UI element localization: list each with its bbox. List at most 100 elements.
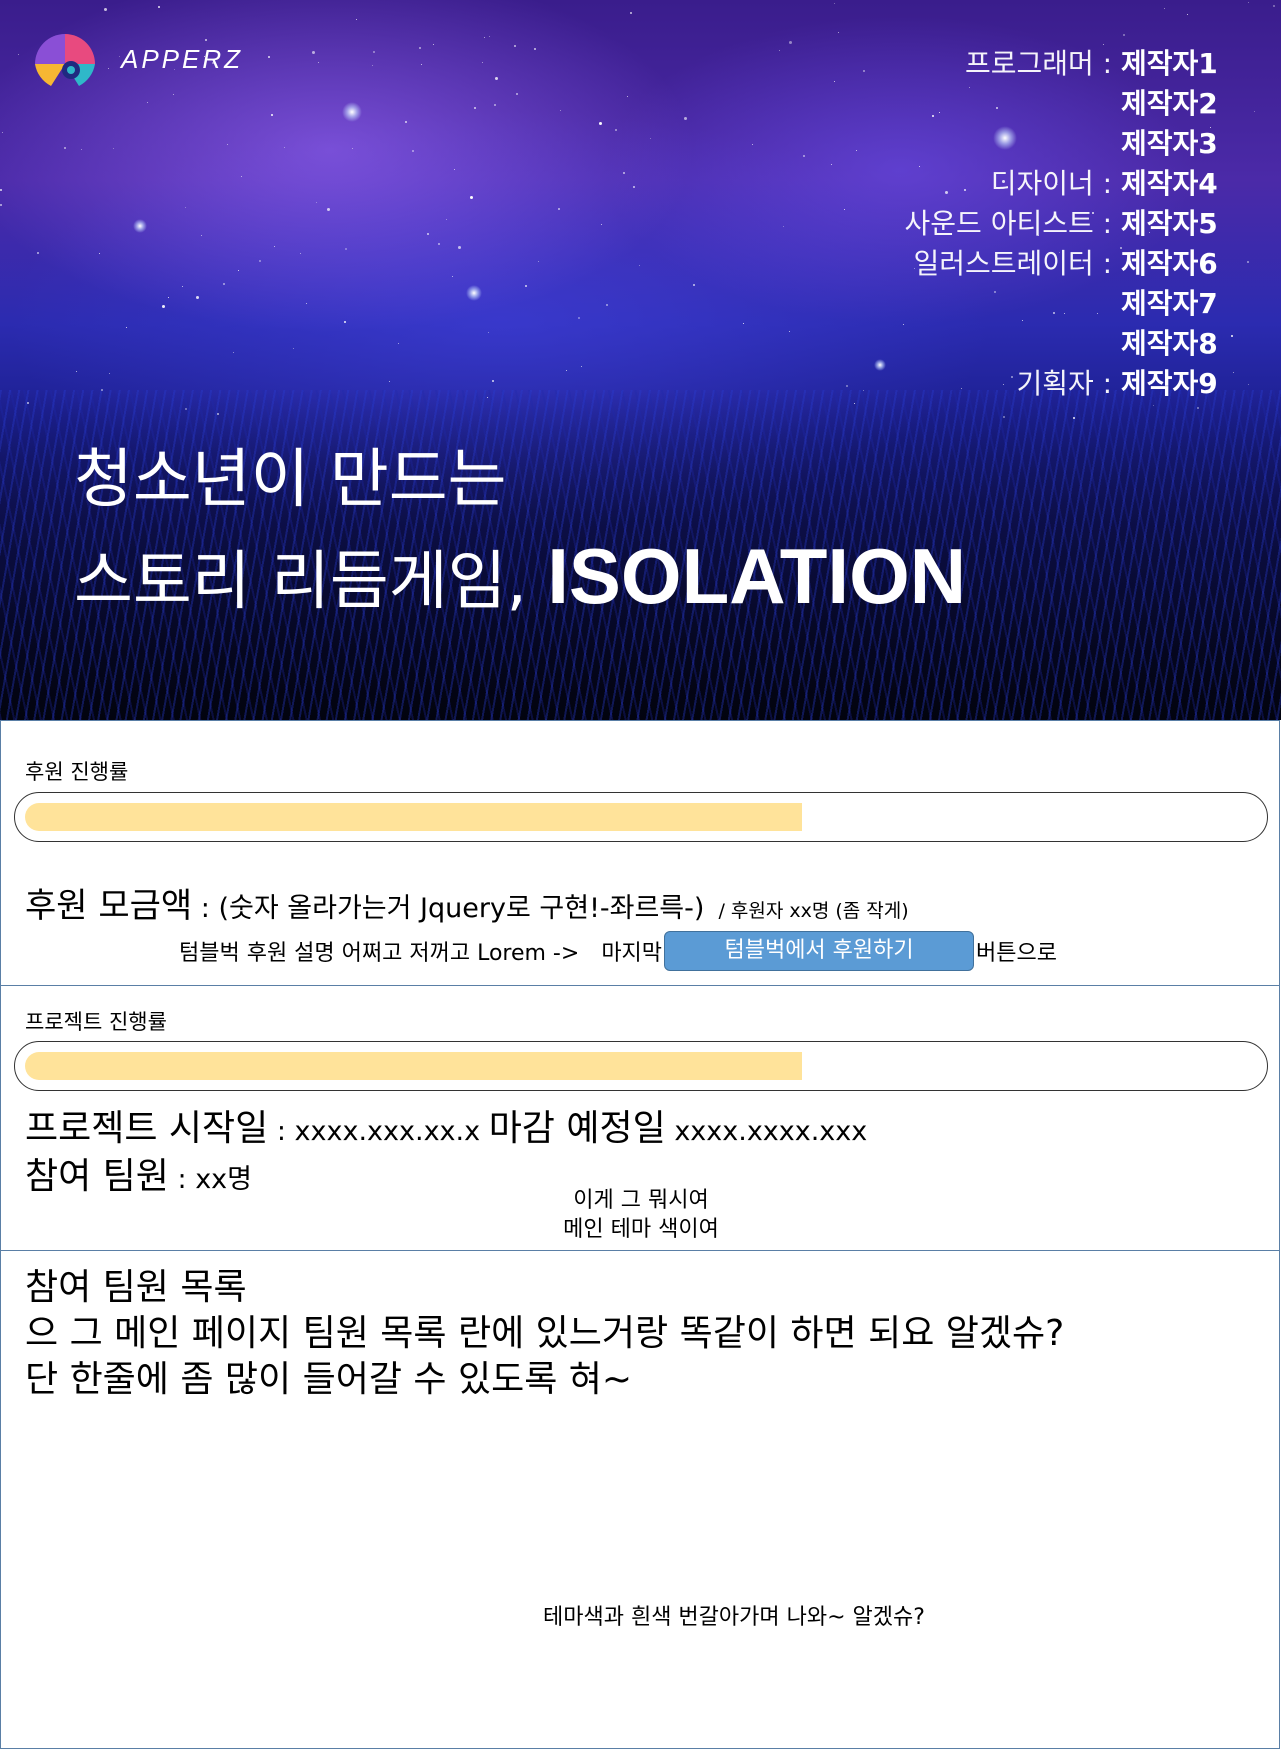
credit-row: 사운드 아티스트 : 제작자5 (629, 204, 1229, 244)
star (126, 327, 127, 328)
credit-name: 제작자2 (1121, 87, 1218, 120)
star (494, 104, 496, 106)
project-progress-label: 프로젝트 진행률 (25, 1010, 167, 1034)
star (1247, 261, 1249, 263)
team-count: 참여 팀원 : xx명 (25, 1147, 252, 1199)
star (27, 402, 29, 404)
bright-star (342, 102, 362, 122)
star (389, 381, 390, 382)
credit-name: 제작자4 (1121, 167, 1218, 200)
credit-role: 기획자 : (1016, 367, 1113, 400)
star (293, 348, 294, 349)
star (316, 202, 317, 203)
star (438, 243, 440, 245)
tumblbug-donate-button[interactable]: 텀블벅에서 후원하기 (664, 931, 975, 971)
star (1231, 335, 1233, 337)
star (1123, 34, 1125, 36)
star (405, 121, 407, 123)
star (18, 54, 19, 55)
star (514, 45, 516, 47)
donation-description: 텀블벅 후원 설명 어쩌고 저꺼고 Lorem -> 마지막 텀블벅에서 후원하… (179, 931, 1057, 971)
hero-title-line2: 스토리 리듬게임, ISOLATION (74, 528, 966, 630)
donation-amount-label: 후원 모금액 (25, 886, 193, 926)
star (458, 246, 461, 249)
star (1153, 405, 1154, 406)
star (516, 93, 518, 95)
credit-name: 제작자3 (1121, 127, 1218, 160)
star (1233, 372, 1234, 373)
donation-desc-text: 텀블벅 후원 설명 어쩌고 저꺼고 Lorem -> (179, 941, 580, 966)
star (398, 343, 399, 344)
hero-title-line1: 청소년이 만드는 (74, 443, 507, 517)
star (454, 169, 455, 170)
star (421, 64, 422, 65)
donation-progress-bar (14, 792, 1268, 842)
members-section: 참여 팀원 목록 으 그 메인 페이지 팀원 목록 란에 있느거랑 똑같이 하면… (0, 1250, 1280, 1749)
star (268, 56, 270, 58)
star (1273, 5, 1275, 7)
star (217, 413, 219, 415)
credit-row: 프로그래머 : 제작자1 (629, 44, 1229, 84)
star (352, 148, 353, 149)
star (0, 204, 2, 206)
star (101, 389, 103, 391)
start-date-label: 프로젝트 시작일 (25, 1108, 269, 1149)
star (452, 276, 453, 277)
star (223, 283, 225, 285)
credit-role: 사운드 아티스트 : (904, 207, 1113, 240)
star (1164, 8, 1165, 9)
game-title: ISOLATION (547, 532, 967, 620)
star (344, 321, 346, 323)
credit-row: 기획자 : 제작자9 (629, 364, 1229, 404)
theme-color-note: 이게 그 뭐시여 메인 테마 색이여 (451, 1186, 831, 1244)
members-title: 참여 팀원 목록 (25, 1267, 247, 1308)
star (470, 196, 473, 199)
credit-row: 제작자2 (629, 84, 1229, 124)
credit-name: 제작자6 (1121, 247, 1218, 280)
star (81, 149, 82, 150)
star (318, 62, 319, 63)
star (76, 371, 77, 372)
star (581, 366, 582, 367)
star (1254, 111, 1255, 112)
credit-name: 제작자7 (1121, 287, 1218, 320)
credit-role: 일러스트레이터 : (913, 247, 1113, 280)
project-dates: 프로젝트 시작일 : xxxx.xxx.xx.x 마감 예정일 xxxx.xxx… (25, 1099, 867, 1151)
donation-amount-line: 후원 모금액 : (숫자 올라가는거 Jquery로 구현!-좌르륵-) / 후원… (25, 878, 909, 927)
credit-row: 제작자3 (629, 124, 1229, 164)
donation-progress-label: 후원 진행률 (25, 760, 129, 784)
star (566, 370, 567, 371)
star (2, 132, 3, 133)
star (119, 56, 120, 57)
hero-banner: APPERZ 프로그래머 : 제작자1 제작자2 제작자3 디자이너 : 제작자… (0, 0, 1281, 720)
star (488, 332, 489, 333)
star (601, 224, 602, 225)
star (615, 129, 617, 131)
star (162, 305, 165, 308)
star (64, 147, 66, 149)
star (345, 248, 347, 250)
star (109, 373, 110, 374)
star (356, 19, 357, 20)
end-date-value: xxxx.xxxx.xxx (665, 1116, 868, 1147)
star (433, 44, 434, 45)
star (271, 114, 273, 116)
star (113, 148, 114, 149)
star (838, 32, 839, 33)
star (474, 107, 476, 109)
hero-title: 청소년이 만드는 스토리 리듬게임, ISOLATION (74, 432, 966, 630)
star (558, 208, 560, 210)
members-description: 참여 팀원 목록 으 그 메인 페이지 팀원 목록 란에 있느거랑 똑같이 하면… (25, 1265, 1064, 1403)
star (495, 77, 498, 80)
star (300, 253, 301, 254)
star (489, 36, 490, 37)
star (99, 253, 100, 254)
end-date-label: 마감 예정일 (488, 1108, 666, 1149)
star (37, 252, 39, 254)
star (1248, 2, 1249, 3)
star (185, 207, 186, 208)
star (560, 110, 561, 111)
star (446, 219, 447, 220)
brand-name: APPERZ (121, 44, 244, 74)
star (492, 380, 494, 382)
